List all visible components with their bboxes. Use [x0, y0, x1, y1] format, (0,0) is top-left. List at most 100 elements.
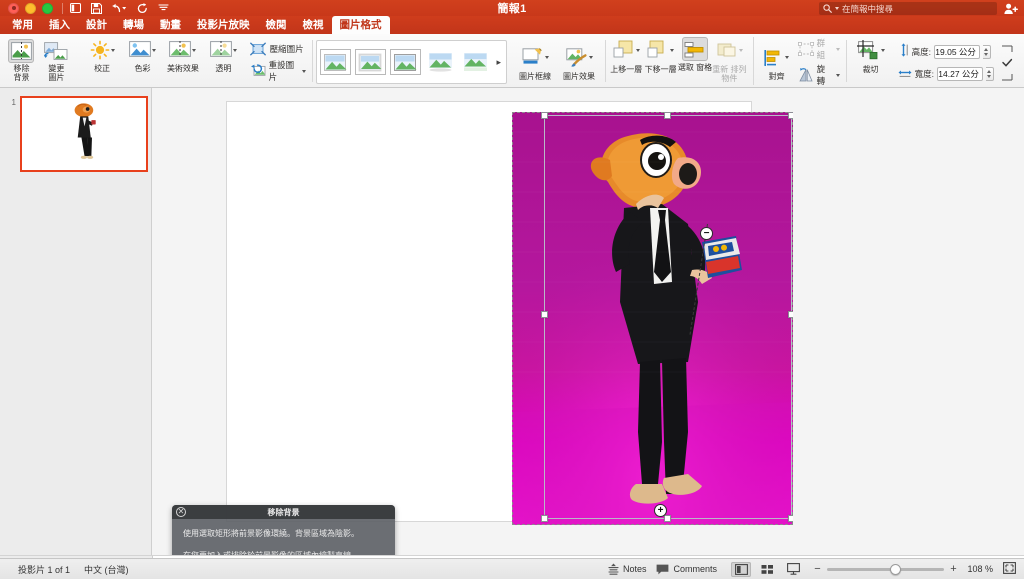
send-backward-label: 下移一層 — [644, 65, 677, 74]
remove-background-button[interactable]: 移除 背景 — [4, 37, 39, 82]
size-dialog-launcher-icon[interactable] — [999, 43, 1015, 83]
search-box[interactable]: 在簡報中搜尋 — [819, 2, 997, 15]
picture-style-2[interactable] — [354, 49, 386, 75]
rearrange-objects-dropdown-icon[interactable] — [738, 48, 743, 52]
sidebar-toggle-icon[interactable] — [70, 3, 81, 13]
compress-picture-button[interactable]: 壓縮圖片 — [250, 41, 308, 57]
plus-marker[interactable]: + — [654, 504, 667, 517]
height-input[interactable]: 19.05 公分 — [933, 45, 980, 59]
reset-picture-dropdown-icon[interactable] — [301, 69, 306, 73]
tab-animations[interactable]: 動畫 — [152, 17, 189, 34]
transparency-button[interactable]: 透明 — [203, 37, 243, 73]
width-icon — [898, 65, 912, 83]
crop-button[interactable]: 裁切 — [850, 37, 892, 74]
width-input[interactable]: 14.27 公分 — [936, 66, 983, 81]
tab-home[interactable]: 常用 — [4, 17, 41, 34]
thumbnail-frame[interactable] — [20, 96, 148, 172]
transparency-label: 透明 — [215, 64, 232, 73]
picture-border-button[interactable]: 圖片框線 — [513, 45, 557, 81]
slide-canvas[interactable]: − + — [227, 102, 793, 525]
picture-style-3[interactable] — [389, 49, 421, 75]
redo-icon[interactable] — [137, 2, 148, 14]
align-dropdown-icon[interactable] — [785, 56, 790, 59]
tab-transitions[interactable]: 轉場 — [115, 17, 152, 34]
comments-button[interactable]: Comments — [656, 564, 717, 575]
picture-object[interactable]: − + — [512, 112, 793, 525]
zoom-value[interactable]: 108 % — [963, 564, 993, 574]
picture-style-1[interactable] — [319, 49, 351, 75]
window-controls[interactable] — [0, 2, 53, 14]
send-backward-dropdown-icon[interactable] — [670, 48, 675, 52]
color-button[interactable]: 色彩 — [122, 37, 162, 73]
slide-sorter-view-button[interactable] — [757, 562, 777, 577]
search-dropdown-icon[interactable] — [835, 7, 839, 10]
notes-button[interactable]: Notes — [608, 563, 646, 575]
bring-forward-button[interactable]: 上移一層 — [609, 37, 643, 74]
transparency-dropdown-icon[interactable] — [232, 48, 237, 52]
rotate-dropdown-icon[interactable] — [835, 73, 840, 77]
corrections-dropdown-icon[interactable] — [110, 48, 115, 52]
maximize-window-button[interactable] — [42, 2, 53, 14]
tab-slideshow[interactable]: 投影片放映 — [189, 17, 258, 34]
slide-editing-pane[interactable]: − + — [153, 88, 1024, 555]
fit-slide-button[interactable] — [1003, 562, 1016, 576]
save-icon[interactable] — [91, 2, 102, 14]
bring-forward-dropdown-icon[interactable] — [635, 48, 640, 52]
minus-marker[interactable]: − — [700, 227, 713, 240]
zoom-slider-track[interactable] — [827, 563, 944, 575]
picture-border-dropdown-icon[interactable] — [544, 56, 549, 59]
notes-icon — [608, 563, 619, 575]
size-dialog-launcher-wrap — [994, 37, 1020, 85]
rearrange-objects-button[interactable]: 重新 排列物件 — [712, 37, 747, 83]
close-window-button[interactable] — [8, 2, 19, 14]
send-backward-button[interactable]: 下移一層 — [643, 37, 677, 74]
thumbnail-slide-1[interactable]: 1 — [8, 96, 148, 172]
zoom-slider-knob[interactable] — [890, 563, 901, 575]
picture-styles-gallery[interactable]: ▸ — [315, 40, 508, 84]
rotate-icon — [798, 67, 814, 83]
width-row: 寬度: 14.27 公分 — [898, 65, 994, 83]
picture-effects-button[interactable]: 圖片效果 — [557, 45, 601, 81]
minimize-window-button[interactable] — [25, 2, 36, 14]
crop-dropdown-icon[interactable] — [880, 48, 885, 52]
width-stepper[interactable] — [985, 66, 994, 81]
close-icon[interactable]: ✕ — [176, 507, 186, 517]
group-rotate-buttons: 群組 旋轉 — [797, 37, 842, 87]
adjust-small-buttons: 壓縮圖片 重設圖片 — [250, 37, 308, 85]
reset-picture-button[interactable]: 重設圖片 — [250, 59, 308, 83]
align-button[interactable]: 對齊 — [760, 45, 794, 81]
zoom-out-button[interactable]: − — [813, 563, 822, 575]
zoom-in-button[interactable]: + — [949, 563, 958, 575]
artistic-effects-dropdown-icon[interactable] — [192, 48, 197, 52]
tab-design[interactable]: 設計 — [78, 17, 115, 34]
group-button[interactable]: 群組 — [797, 37, 842, 61]
group-dropdown-icon[interactable] — [835, 47, 840, 51]
add-person-icon[interactable] — [1004, 3, 1018, 15]
tab-review[interactable]: 檢閱 — [258, 17, 295, 34]
corrections-button[interactable]: 校正 — [82, 37, 122, 73]
qat-overflow-icon[interactable] — [158, 4, 169, 12]
undo-icon[interactable] — [112, 3, 127, 13]
tab-picture-format[interactable]: 圖片格式 — [331, 16, 390, 34]
artistic-effects-button[interactable]: 美術效果 — [163, 37, 203, 73]
align-icon — [764, 49, 780, 66]
picture-style-5[interactable] — [459, 49, 491, 75]
ribbon-group-adjust: 移除 背景 變更 圖片 校正 色彩 美術效果 透明 壓縮圖片 重設圖片 — [0, 34, 312, 88]
selection-pane-button[interactable]: 選取 窗格 — [678, 37, 712, 72]
height-icon — [898, 42, 909, 62]
color-dropdown-icon[interactable] — [152, 48, 156, 52]
color-label: 色彩 — [134, 64, 151, 73]
normal-view-button[interactable] — [731, 561, 751, 577]
change-picture-button[interactable]: 變更 圖片 — [39, 37, 74, 82]
picture-styles-more-icon[interactable]: ▸ — [495, 57, 504, 68]
language-label[interactable]: 中文 (台灣) — [84, 563, 129, 576]
fit-slide-icon — [1003, 562, 1016, 574]
tab-insert[interactable]: 插入 — [41, 17, 78, 34]
height-stepper[interactable] — [982, 45, 991, 59]
tab-view[interactable]: 檢視 — [295, 17, 332, 34]
reading-view-button[interactable] — [783, 562, 803, 577]
rotate-button[interactable]: 旋轉 — [798, 63, 842, 87]
slide-thumbnail-pane[interactable]: 1 — [0, 88, 152, 555]
picture-effects-dropdown-icon[interactable] — [588, 56, 593, 59]
picture-style-4[interactable] — [424, 49, 456, 75]
